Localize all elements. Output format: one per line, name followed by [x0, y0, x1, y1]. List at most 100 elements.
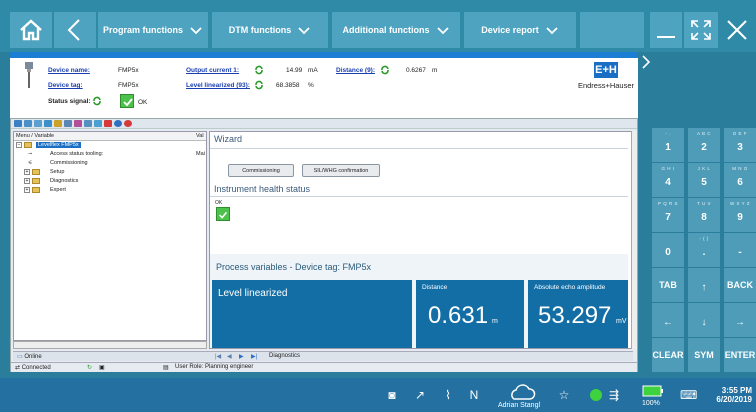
key-17[interactable]: → [724, 303, 756, 337]
tree-item-expert[interactable]: + Expert [14, 186, 206, 195]
key-16[interactable]: ↓ [688, 303, 720, 337]
refresh-icon[interactable] [254, 80, 264, 90]
key-9[interactable]: 0 [652, 233, 684, 267]
tree-horizontal-scrollbar[interactable] [13, 341, 207, 349]
key-main-label: BACK [727, 280, 753, 290]
home-button[interactable] [10, 12, 52, 48]
device-report-menu[interactable]: Device report [464, 12, 576, 48]
clock-time: 3:55 PM [721, 386, 752, 395]
key-10[interactable]: - ( ). [688, 233, 720, 267]
tree-item-access-status[interactable]: ⊸ Access status tooling: Mai [14, 150, 206, 159]
key-13[interactable]: ↑ [688, 268, 720, 302]
export-icon[interactable] [94, 120, 102, 127]
key-4[interactable]: J K L 5 [688, 163, 720, 197]
process-variables-title: Process variables - Device tag: FMP5x [216, 262, 372, 272]
table-icon[interactable] [44, 120, 52, 127]
back-button[interactable] [54, 12, 96, 48]
nav-last-icon[interactable]: ▶| [251, 353, 257, 360]
usb-icon[interactable]: ⇶ [606, 387, 622, 403]
refresh-icon[interactable] [92, 96, 102, 106]
wizard-vertical-scrollbar[interactable] [631, 131, 637, 349]
key-sub-label: - ( ) [699, 236, 709, 241]
program-functions-menu[interactable]: Program functions [98, 12, 208, 48]
grid-icon[interactable] [24, 120, 32, 127]
key-12[interactable]: TAB [652, 268, 684, 302]
key-5[interactable]: M N O 6 [724, 163, 756, 197]
minimize-button[interactable] [650, 12, 682, 48]
key-main-label: 5 [701, 177, 707, 188]
monitor-icon[interactable] [64, 120, 72, 127]
key-8[interactable]: W X Y Z 9 [724, 198, 756, 232]
commissioning-button[interactable]: Commissioning [228, 164, 294, 177]
paperclip-icon[interactable]: ⌇ [440, 387, 456, 403]
key-1[interactable]: A B C 2 [688, 128, 720, 162]
output-current-label[interactable]: Output current 1: [186, 67, 239, 74]
key-sub-label: J K L [697, 166, 711, 171]
dtm-functions-label: DTM functions [228, 25, 292, 35]
nav-prev-icon[interactable]: ◀ [227, 353, 232, 360]
tools-icon[interactable] [54, 120, 62, 127]
key-20[interactable]: ENTER [724, 338, 756, 372]
key-7[interactable]: T U V 8 [688, 198, 720, 232]
diagnostics-tab[interactable]: Diagnostics [269, 353, 300, 359]
tree-item-levelflex[interactable]: − Levelflex FMP5x [14, 141, 206, 150]
key-11[interactable]: - [724, 233, 756, 267]
device-name-label[interactable]: Device name: [48, 67, 90, 74]
nav-next-icon[interactable]: ▶ [239, 353, 244, 360]
tile-level-linearized[interactable]: Level linearized [212, 280, 412, 348]
device-tag-label[interactable]: Device tag: [48, 82, 83, 89]
key-2[interactable]: D E F 3 [724, 128, 756, 162]
device-name-value: FMP5x [118, 67, 139, 74]
camera-icon[interactable]: ◙ [384, 387, 400, 403]
chevron-left-icon [67, 19, 80, 41]
key-3[interactable]: G H I 4 [652, 163, 684, 197]
tree-item-diagnostics[interactable]: + Diagnostics [14, 177, 206, 186]
additional-functions-menu[interactable]: Additional functions [332, 12, 460, 48]
tree-item-commissioning[interactable]: ⚟ Commissioning [14, 159, 206, 168]
star-icon[interactable]: ☆ [556, 387, 572, 403]
online-icon[interactable] [14, 120, 22, 127]
keyboard-icon[interactable]: ⌨ [680, 387, 697, 403]
key-main-label: 3 [737, 142, 743, 153]
tree-item-setup[interactable]: + Setup [14, 168, 206, 177]
dtm-functions-menu[interactable]: DTM functions [212, 12, 328, 48]
tree-item-label: Access status tooling: [50, 151, 104, 157]
sil-whg-confirmation-button[interactable]: SIL/WHG confirmation [302, 164, 380, 177]
distance-label[interactable]: Distance (9): [336, 67, 375, 74]
print-icon[interactable] [84, 120, 92, 127]
refresh-icon[interactable] [380, 65, 390, 75]
list-icon[interactable] [34, 120, 42, 127]
info-icon[interactable] [114, 120, 122, 127]
tile-distance[interactable]: Distance 0.631 m [416, 280, 524, 348]
maximize-button[interactable] [684, 12, 718, 48]
tile-echo-amplitude[interactable]: Absolute echo amplitude 53.297 mV [528, 280, 628, 348]
device-header: Device name: FMP5x Device tag: FMP5x Sta… [10, 52, 638, 118]
pen-icon[interactable]: ↗ [412, 387, 428, 403]
key-6[interactable]: P Q R S 7 [652, 198, 684, 232]
level-linearized-label[interactable]: Level linearized (93): [186, 82, 250, 89]
key-main-label: ↓ [701, 317, 707, 328]
nav-first-icon[interactable]: |◀ [215, 353, 221, 360]
blank-nav-button[interactable] [580, 12, 644, 48]
key-15[interactable]: ← [652, 303, 684, 337]
process-variables-panel: Process variables - Device tag: FMP5x Le… [210, 254, 628, 348]
close-button[interactable] [720, 12, 754, 48]
refresh-icon[interactable] [254, 65, 264, 75]
refresh-icon[interactable]: ↻ [87, 364, 92, 371]
tree-col-variable[interactable]: Menu / Variable [16, 133, 54, 139]
key-14[interactable]: BACK [724, 268, 756, 302]
tree-col-value[interactable]: Val [196, 133, 204, 139]
key-0[interactable]: - . 1 [652, 128, 684, 162]
eh-logo-mark: E+H [594, 62, 618, 78]
nfc-icon[interactable]: N [466, 387, 482, 403]
chevron-right-icon[interactable] [640, 54, 652, 70]
flag-icon[interactable] [104, 120, 112, 127]
online-icon: ▭ [17, 354, 23, 360]
key-19[interactable]: SYM [688, 338, 720, 372]
cloud-icon[interactable] [508, 383, 536, 401]
chart-icon[interactable] [74, 120, 82, 127]
key-18[interactable]: CLEAR [652, 338, 684, 372]
online-tab[interactable]: ▭ Online [17, 353, 42, 360]
help-icon[interactable] [124, 120, 132, 127]
key-main-label: 6 [737, 177, 743, 188]
